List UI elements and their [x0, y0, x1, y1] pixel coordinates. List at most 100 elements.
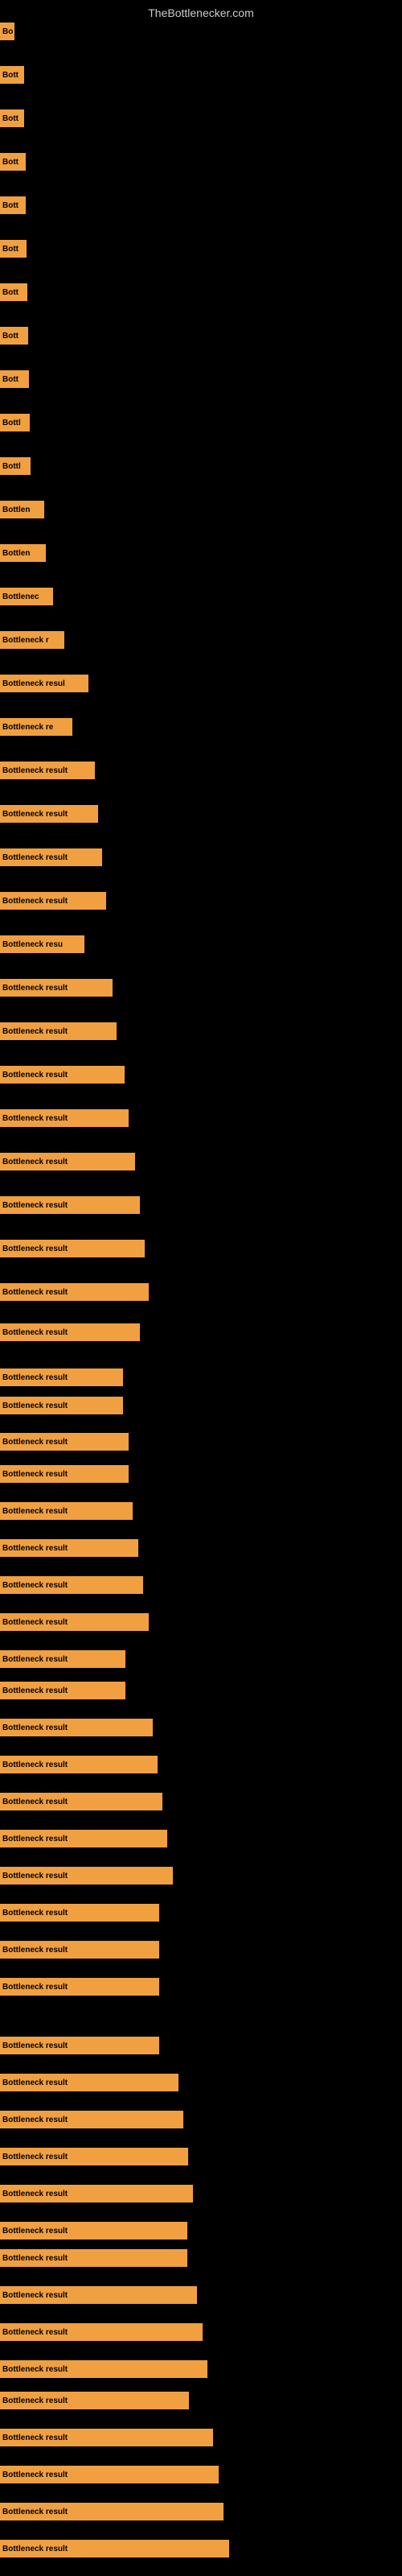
bar-label: Bottleneck result — [0, 2114, 70, 2126]
bar-label: Bottleneck result — [0, 2289, 70, 2301]
bottleneck-bar: Bott — [0, 66, 24, 84]
bar-row: Bottleneck result — [0, 1433, 129, 1451]
bottleneck-bar: Bottleneck resu — [0, 935, 84, 953]
bar-label: Bott — [0, 200, 21, 212]
bottleneck-bar: Bottleneck resul — [0, 675, 88, 692]
bar-label: Bottleneck result — [0, 2326, 70, 2339]
bar-row: Bottleneck result — [0, 892, 106, 910]
bottleneck-bar: Bottlenec — [0, 588, 53, 605]
bottleneck-bar: Bottleneck result — [0, 2466, 219, 2483]
bar-row: Bottleneck result — [0, 1465, 129, 1483]
bottleneck-bar: Bottleneck result — [0, 762, 95, 779]
bottleneck-bar: Bottleneck result — [0, 2540, 229, 2557]
bottleneck-bar: Bottleneck result — [0, 1502, 133, 1520]
bottleneck-bar: Bottleneck result — [0, 1323, 140, 1341]
bar-row: Bottlenec — [0, 588, 53, 605]
bar-row: Bottleneck result — [0, 1904, 159, 1922]
bar-row: Bottleneck result — [0, 1756, 158, 1773]
bar-row: Bo — [0, 23, 14, 40]
bottleneck-bar: Bott — [0, 109, 24, 127]
bar-label: Bottleneck result — [0, 2040, 70, 2052]
bar-label: Bottleneck result — [0, 2188, 70, 2200]
bottleneck-bar: Bottleneck result — [0, 1539, 138, 1557]
bar-row: Bottleneck result — [0, 762, 95, 779]
bar-label: Bottleneck result — [0, 1156, 70, 1168]
bar-row: Bottleneck result — [0, 2323, 203, 2341]
bar-row: Bottleneck result — [0, 2185, 193, 2202]
bar-label: Bottleneck result — [0, 1685, 70, 1697]
bar-label: Bottleneck result — [0, 2151, 70, 2163]
bottleneck-bar: Bottleneck result — [0, 1465, 129, 1483]
bottleneck-bar: Bottleneck result — [0, 1793, 162, 1810]
bottleneck-bar: Bottleneck r — [0, 631, 64, 649]
bar-row: Bottleneck result — [0, 805, 98, 823]
bar-label: Bott — [0, 113, 21, 125]
bar-row: Bottleneck result — [0, 2540, 229, 2557]
bar-label: Bott — [0, 287, 21, 299]
bottleneck-bar: Bottleneck result — [0, 1682, 125, 1699]
bottleneck-bar: Bottleneck result — [0, 1196, 140, 1214]
bottleneck-bar: Bottleneck result — [0, 2429, 213, 2446]
bar-label: Bottleneck result — [0, 1327, 70, 1339]
bar-row: Bottleneck result — [0, 1196, 140, 1214]
bar-label: Bottleneck result — [0, 2432, 70, 2444]
bar-label: Bottleneck result — [0, 1653, 70, 1666]
bar-row: Bottleneck r — [0, 631, 64, 649]
bar-label: Bottleneck result — [0, 1616, 70, 1629]
bar-row: Bottleneck result — [0, 1941, 159, 1959]
bottleneck-bar: Bottleneck result — [0, 848, 102, 866]
bottleneck-bar: Bottleneck result — [0, 2111, 183, 2128]
bar-label: Bottl — [0, 460, 23, 473]
bar-label: Bottleneck result — [0, 2469, 70, 2481]
bar-row: Bottleneck result — [0, 2222, 187, 2240]
bar-row: Bottleneck resul — [0, 675, 88, 692]
bar-row: Bottleneck result — [0, 2148, 188, 2165]
bar-label: Bottleneck result — [0, 1026, 70, 1038]
bar-label: Bottleneck resul — [0, 678, 68, 690]
bottleneck-bar: Bottleneck result — [0, 2222, 187, 2240]
bar-row: Bottleneck result — [0, 1793, 162, 1810]
bar-row: Bott — [0, 153, 26, 171]
bottleneck-bar: Bottleneck result — [0, 1756, 158, 1773]
bottleneck-bar: Bott — [0, 370, 29, 388]
bottleneck-bar: Bottleneck result — [0, 1109, 129, 1127]
bar-label: Bottleneck result — [0, 1870, 70, 1882]
bar-row: Bottleneck result — [0, 2249, 187, 2267]
bar-row: Bottleneck result — [0, 1022, 117, 1040]
bottleneck-bar: Bottleneck result — [0, 1650, 125, 1668]
bottleneck-bar: Bott — [0, 153, 26, 171]
bar-label: Bott — [0, 243, 21, 255]
bar-label: Bottleneck result — [0, 1199, 70, 1212]
bar-row: Bottleneck result — [0, 979, 113, 997]
bottleneck-bar: Bottleneck result — [0, 1433, 129, 1451]
bar-label: Bott — [0, 374, 21, 386]
bar-row: Bottlen — [0, 501, 44, 518]
bar-label: Bottleneck result — [0, 895, 70, 907]
bottleneck-bar: Bottleneck result — [0, 2185, 193, 2202]
bar-label: Bottleneck result — [0, 2506, 70, 2518]
bar-row: Bottleneck result — [0, 2111, 183, 2128]
bar-row: Bott — [0, 109, 24, 127]
bottleneck-bar: Bottleneck result — [0, 2392, 189, 2409]
bar-row: Bottleneck result — [0, 1682, 125, 1699]
bottleneck-bar: Bottleneck result — [0, 1867, 173, 1885]
bottleneck-bar: Bottlen — [0, 501, 44, 518]
bottleneck-bar: Bottleneck result — [0, 805, 98, 823]
bottleneck-bar: Bottleneck result — [0, 892, 106, 910]
bar-label: Bottleneck result — [0, 1243, 70, 1255]
bottleneck-bar: Bottleneck result — [0, 1397, 123, 1414]
bar-label: Bottlenec — [0, 591, 42, 603]
bar-row: Bottleneck result — [0, 1576, 143, 1594]
site-title: TheBottlenecker.com — [0, 0, 402, 23]
bar-row: Bottleneck result — [0, 848, 102, 866]
bar-row: Bott — [0, 240, 27, 258]
bar-row: Bott — [0, 370, 29, 388]
bottleneck-bar: Bottleneck result — [0, 1240, 145, 1257]
bar-row: Bottleneck result — [0, 1502, 133, 1520]
bar-row: Bottl — [0, 457, 31, 475]
bar-label: Bottleneck result — [0, 1759, 70, 1771]
bottleneck-bar: Bottleneck result — [0, 1153, 135, 1170]
bar-label: Bottleneck result — [0, 1833, 70, 1845]
bar-row: Bottleneck result — [0, 2392, 189, 2409]
bar-label: Bottleneck result — [0, 852, 70, 864]
